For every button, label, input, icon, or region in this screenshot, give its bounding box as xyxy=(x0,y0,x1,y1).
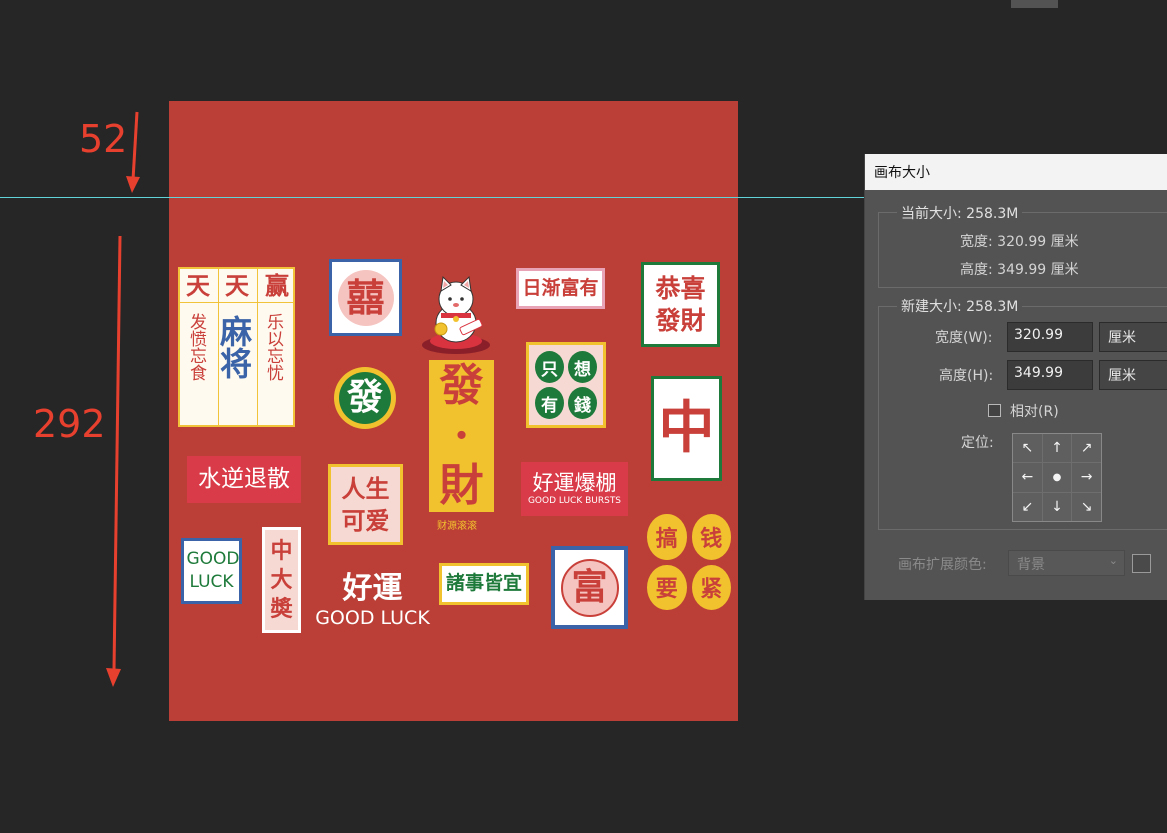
tiantian-center-text: 麻将 xyxy=(215,315,253,379)
xi-char: 囍 xyxy=(346,274,385,320)
current-width-row: 宽度: 320.99 厘米 xyxy=(960,234,1079,250)
gongxi-text: 恭喜發財 xyxy=(655,273,706,335)
sticker-fa-round: 發 xyxy=(334,367,396,429)
anchor-arrow-sw-icon[interactable]: ↙ xyxy=(1013,492,1042,521)
sticker-gaoqian-yaojin: 搞 钱 要 紧 xyxy=(647,514,731,610)
sticker-zhixiang-youqian: 只 想 有 錢 xyxy=(526,342,606,428)
sticker-zhongdajiang: 中大奬 xyxy=(262,527,301,633)
haoyun-bp-text: 好運爆棚 xyxy=(532,470,617,495)
sticker-rensheng-keai: 人生可爱 xyxy=(328,464,403,545)
tiantian-head-2: 天 xyxy=(225,271,249,300)
lucky-cat-illustration xyxy=(419,273,494,355)
width-unit-select[interactable]: 厘米 xyxy=(1099,322,1167,352)
goodluck-card-text: GOOD LUCK xyxy=(186,549,240,592)
current-height-row: 高度: 349.99 厘米 xyxy=(960,262,1079,278)
gaoqian-char-2: 钱 xyxy=(700,525,723,552)
tiantian-left-text: 发愤忘食 xyxy=(186,313,206,381)
sticker-facai-banner: 發·財 xyxy=(429,360,494,512)
fu-char: 富 xyxy=(571,565,608,608)
annotation-arrows xyxy=(106,111,140,687)
haoyun-en: GOOD LUCK xyxy=(315,607,430,629)
anchor-grid[interactable]: ↖ ↑ ↗ ← ● → ↙ ↓ ↘ xyxy=(1012,433,1102,522)
zhong-char: 中 xyxy=(658,395,715,462)
anchor-arrow-w-icon[interactable]: ← xyxy=(1013,463,1042,492)
sticker-shuini-tuisan: 水逆退散 xyxy=(187,456,301,503)
document-canvas[interactable]: 天 天 赢 发愤忘食 麻将 乐以忘忧 囍 日渐富有 恭喜發財 發 發·財 财源滚… xyxy=(169,101,738,721)
new-size-legend: 新建大小: 258.3M xyxy=(897,296,1023,316)
anchor-arrow-se-icon[interactable]: ↘ xyxy=(1072,492,1101,521)
sticker-zhushi-jieyi: 諸事皆宜 xyxy=(439,563,529,605)
height-unit-select[interactable]: 厘米 xyxy=(1099,360,1167,390)
haoyun-bp-en: GOOD LUCK BURSTS xyxy=(527,495,622,506)
zhixiang-char-1: 只 xyxy=(541,359,558,380)
zhongdajiang-text: 中大奬 xyxy=(270,537,293,622)
anchor-center-icon[interactable]: ● xyxy=(1042,463,1072,492)
sticker-haoyun-goodluck: 好運 GOOD LUCK xyxy=(315,571,430,633)
dialog-title[interactable]: 画布大小 xyxy=(865,154,1167,190)
sticker-goodluck-card: GOOD LUCK xyxy=(181,538,242,604)
anchor-arrow-ne-icon[interactable]: ↗ xyxy=(1072,434,1101,463)
sticker-rijian-fuyou: 日渐富有 xyxy=(516,268,605,309)
sticker-double-happiness: 囍 xyxy=(329,259,402,336)
zhixiang-char-4: 錢 xyxy=(574,395,591,416)
haoyun-text: 好運 xyxy=(342,571,403,606)
gaoqian-char-4: 紧 xyxy=(700,576,723,603)
zhixiang-char-2: 想 xyxy=(574,359,591,380)
new-width-label: 宽度(W): xyxy=(935,330,993,346)
new-height-label: 高度(H): xyxy=(939,368,994,384)
anchor-label: 定位: xyxy=(961,435,994,451)
width-input[interactable]: 320.99 xyxy=(1007,322,1093,352)
anchor-arrow-s-icon[interactable]: ↓ xyxy=(1042,492,1072,521)
fa-round-char: 發 xyxy=(346,376,383,419)
facai-text: 發·財 xyxy=(439,360,484,511)
extension-color-swatch[interactable] xyxy=(1132,554,1151,573)
sticker-zhong-tile: 中 xyxy=(651,376,722,481)
anchor-arrow-n-icon[interactable]: ↑ xyxy=(1042,434,1072,463)
zhixiang-char-3: 有 xyxy=(541,395,558,416)
sticker-gongxi-facai: 恭喜發財 xyxy=(641,262,720,347)
sticker-tiantian-mahjong: 天 天 赢 发愤忘食 麻将 乐以忘忧 xyxy=(178,267,295,427)
sticker-haoyun-baopeng: 好運爆棚 GOOD LUCK BURSTS xyxy=(521,462,628,516)
rijian-text: 日渐富有 xyxy=(522,276,599,299)
facai-subtitle: 财源滚滚 xyxy=(437,521,477,532)
gaoqian-char-1: 搞 xyxy=(655,525,678,552)
height-input[interactable]: 349.99 xyxy=(1007,360,1093,390)
sticker-fu-tile: 富 xyxy=(551,546,628,629)
extension-color-select[interactable]: 背景 ⌄ xyxy=(1008,550,1125,576)
anchor-arrow-nw-icon[interactable]: ↖ xyxy=(1013,434,1042,463)
tiantian-head-3: 赢 xyxy=(265,271,289,300)
extension-color-value: 背景 xyxy=(1017,557,1045,573)
toolbar-chip xyxy=(1011,0,1058,8)
zhushi-text: 諸事皆宜 xyxy=(445,572,522,595)
gaoqian-char-3: 要 xyxy=(655,576,678,603)
rensheng-text: 人生可爱 xyxy=(341,473,390,535)
shuini-text: 水逆退散 xyxy=(198,466,290,493)
tiantian-right-text: 乐以忘忧 xyxy=(263,313,283,381)
relative-checkbox[interactable] xyxy=(988,404,1001,417)
anchor-arrow-e-icon[interactable]: → xyxy=(1072,463,1101,492)
chevron-down-icon: ⌄ xyxy=(1108,554,1118,567)
canvas-size-dialog[interactable]: 画布大小 当前大小: 258.3M 宽度: 320.99 厘米 高度: 349.… xyxy=(864,154,1167,600)
current-size-legend: 当前大小: 258.3M xyxy=(897,203,1023,223)
relative-label[interactable]: 相对(R) xyxy=(1010,401,1059,421)
tiantian-head-1: 天 xyxy=(186,271,210,300)
extension-color-label: 画布扩展颜色: xyxy=(898,557,987,573)
